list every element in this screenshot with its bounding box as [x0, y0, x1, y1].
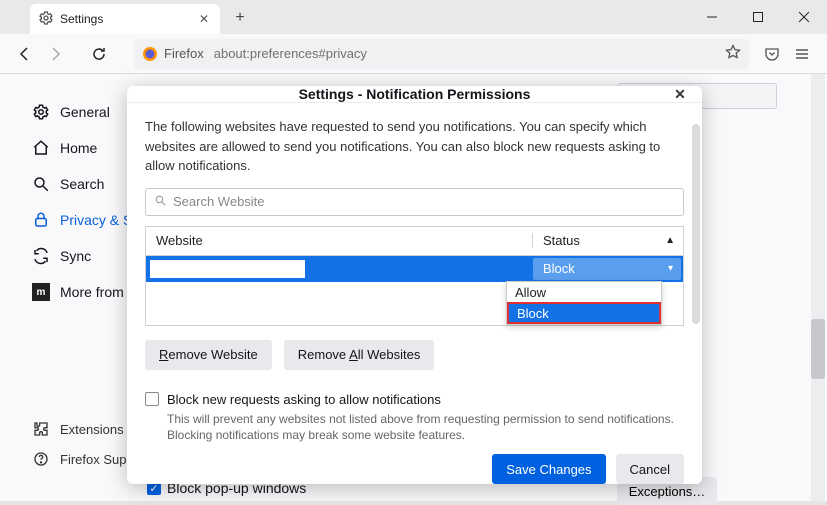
- mozilla-icon: m: [32, 283, 50, 301]
- bookmark-star-icon[interactable]: [725, 44, 741, 63]
- lock-icon: [32, 211, 50, 229]
- save-pocket-icon[interactable]: [757, 39, 787, 69]
- gear-icon: [38, 10, 54, 29]
- dialog-description: The following websites have requested to…: [145, 117, 684, 176]
- reload-button[interactable]: [84, 39, 114, 69]
- dropdown-option-allow[interactable]: Allow: [507, 282, 661, 302]
- page-scrollbar-track[interactable]: [811, 74, 825, 501]
- browser-tab[interactable]: Settings ✕: [30, 4, 220, 34]
- back-button[interactable]: [10, 39, 40, 69]
- sidebar-item-label: Privacy & S: [60, 212, 132, 228]
- tab-label: Settings: [60, 12, 103, 26]
- search-website-input[interactable]: Search Website: [145, 188, 684, 216]
- sidebar-item-label: Home: [60, 140, 97, 156]
- btn-label: ll Websites: [358, 347, 421, 362]
- search-placeholder: Search Website: [173, 194, 265, 209]
- dropdown-option-block[interactable]: Block: [507, 302, 661, 324]
- firefox-icon: [142, 46, 158, 62]
- btn-label: Remove: [298, 347, 349, 362]
- sidebar-item-label: Firefox Supp: [60, 452, 134, 467]
- window-close-button[interactable]: [781, 0, 827, 34]
- sidebar-item-label: More from: [60, 284, 124, 300]
- block-new-label: Block new requests asking to allow notif…: [167, 392, 441, 407]
- status-selected-label: Block: [543, 261, 575, 276]
- status-dropdown-menu: Allow Block: [506, 281, 662, 325]
- website-cell: [150, 260, 305, 278]
- minimize-button[interactable]: [689, 0, 735, 34]
- sidebar-item-label: General: [60, 104, 110, 120]
- block-new-description: This will prevent any websites not liste…: [167, 411, 684, 445]
- url-text: about:preferences#privacy: [214, 46, 367, 61]
- home-icon: [32, 139, 50, 157]
- sidebar-item-label: Search: [60, 176, 104, 192]
- close-tab-icon[interactable]: ✕: [196, 11, 212, 27]
- forward-button[interactable]: [40, 39, 70, 69]
- chevron-down-icon: ▾: [668, 263, 673, 274]
- sidebar-item-label: Sync: [60, 248, 91, 264]
- remove-website-button[interactable]: Remove Website: [145, 340, 272, 370]
- permissions-table-header: Website Status ▲: [145, 226, 684, 256]
- app-menu-icon[interactable]: [787, 39, 817, 69]
- window-titlebar: Settings ✕ +: [0, 0, 827, 34]
- sync-icon: [32, 247, 50, 265]
- remove-all-websites-button[interactable]: Remove All Websites: [284, 340, 435, 370]
- address-bar[interactable]: Firefox about:preferences#privacy: [134, 39, 749, 69]
- maximize-button[interactable]: [735, 0, 781, 34]
- sort-arrow-icon: ▲: [665, 235, 675, 246]
- unchecked-checkbox-icon[interactable]: [145, 392, 159, 406]
- save-changes-button[interactable]: Save Changes: [492, 454, 605, 484]
- browser-toolbar: Firefox about:preferences#privacy: [0, 34, 827, 74]
- btn-label: emove Website: [168, 347, 257, 362]
- new-tab-button[interactable]: +: [226, 4, 254, 32]
- column-status[interactable]: Status ▲: [533, 233, 683, 248]
- dialog-header: Settings - Notification Permissions ✕: [127, 86, 702, 103]
- column-status-label: Status: [543, 233, 580, 248]
- puzzle-icon: [32, 420, 50, 438]
- cancel-button[interactable]: Cancel: [616, 454, 684, 484]
- dialog-footer: Save Changes Cancel: [127, 444, 702, 498]
- table-actions: Remove Website Remove All Websites: [145, 340, 684, 370]
- block-new-requests-checkbox[interactable]: Block new requests asking to allow notif…: [145, 392, 684, 407]
- site-identity: Firefox: [164, 46, 204, 61]
- gear-icon: [32, 103, 50, 121]
- search-icon: [154, 194, 167, 210]
- dialog-title: Settings - Notification Permissions: [299, 86, 531, 102]
- page-scrollbar-thumb[interactable]: [811, 319, 825, 379]
- dialog-body: The following websites have requested to…: [127, 103, 702, 444]
- window-controls: [689, 0, 827, 34]
- column-website[interactable]: Website: [146, 233, 533, 248]
- search-icon: [32, 175, 50, 193]
- status-dropdown[interactable]: Block ▾: [533, 258, 681, 280]
- help-icon: [32, 450, 50, 468]
